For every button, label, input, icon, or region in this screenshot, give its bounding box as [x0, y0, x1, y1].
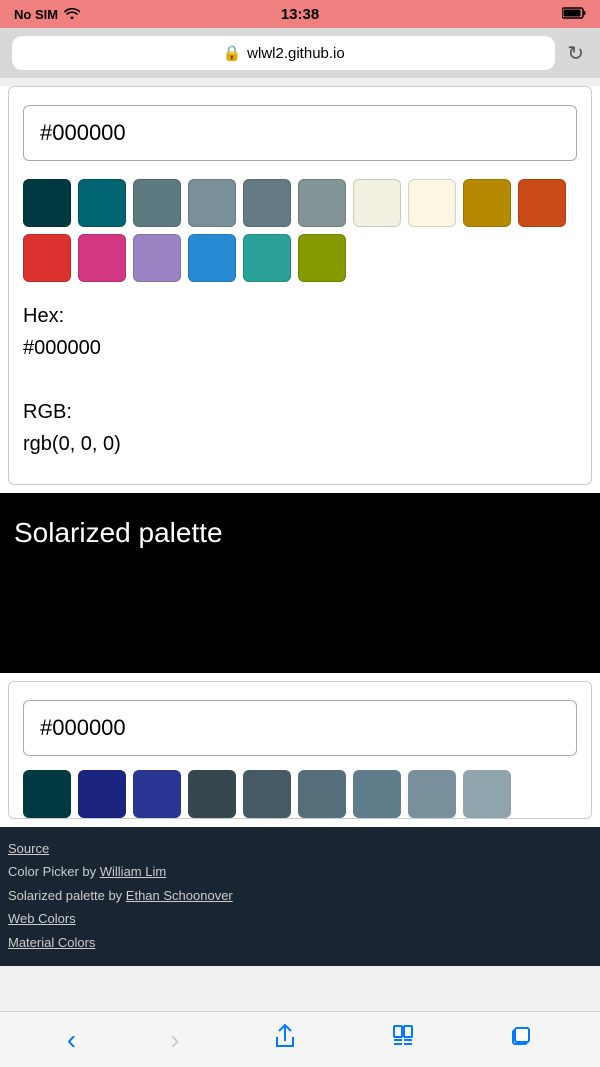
hex-input[interactable]	[40, 120, 560, 146]
hex-label-line: Hex: #000000	[23, 300, 577, 364]
credit-text1: Color Picker by	[8, 864, 100, 879]
color-swatches-row	[23, 770, 577, 818]
material-colors-line: Material Colors	[8, 931, 592, 954]
solarized-swatch-2[interactable]	[133, 770, 181, 818]
reload-button[interactable]: ↻	[563, 37, 588, 70]
color-swatch-yellow-olive[interactable]	[463, 179, 511, 227]
credit-line1: Color Picker by William Lim	[8, 860, 592, 883]
ethan-link[interactable]: Ethan Schoonover	[126, 888, 233, 903]
hex-input2-wrapper[interactable]	[23, 700, 577, 756]
rgb-value: rgb(0, 0, 0)	[23, 433, 121, 455]
solarized-title: Solarized palette	[14, 517, 223, 548]
url-text: wlwl2.github.io	[247, 45, 345, 62]
color-swatch-lavender[interactable]	[133, 234, 181, 282]
browser-chrome: 🔒 wlwl2.github.io ↻	[0, 28, 600, 78]
web-colors-link[interactable]: Web Colors	[8, 911, 76, 926]
bookmarks-button[interactable]	[383, 1015, 423, 1064]
hex-input2[interactable]	[40, 715, 560, 741]
forward-button[interactable]: ›	[162, 1016, 187, 1064]
hex-label: Hex:	[23, 305, 64, 327]
color-swatch-light-gray[interactable]	[298, 179, 346, 227]
carrier-label: No SIM	[14, 7, 58, 22]
material-colors-link[interactable]: Material Colors	[8, 935, 95, 950]
color-swatch-off-white-1[interactable]	[353, 179, 401, 227]
color-swatch-red[interactable]	[23, 234, 71, 282]
web-colors-line: Web Colors	[8, 907, 592, 930]
color-info: Hex: #000000 RGB: rgb(0, 0, 0)	[23, 300, 577, 460]
footer: Source Color Picker by William Lim Solar…	[0, 827, 600, 966]
solarized-swatch-3[interactable]	[188, 770, 236, 818]
color-swatch-slate-blue[interactable]	[133, 179, 181, 227]
william-lim-link[interactable]: William Lim	[100, 864, 166, 879]
color-swatch-teal[interactable]	[78, 179, 126, 227]
hex-input-wrapper[interactable]	[23, 105, 577, 161]
back-button[interactable]: ‹	[59, 1016, 84, 1064]
credit-text2: Solarized palette by	[8, 888, 126, 903]
status-bar-left: No SIM	[14, 7, 80, 22]
page-content: Hex: #000000 RGB: rgb(0, 0, 0) Solarized…	[0, 86, 600, 966]
color-swatch-green[interactable]	[298, 234, 346, 282]
credit-line2: Solarized palette by Ethan Schoonover	[8, 884, 592, 907]
solarized-swatch-0[interactable]	[23, 770, 71, 818]
color-swatch-blue[interactable]	[188, 234, 236, 282]
battery-icon	[562, 7, 586, 22]
color-swatch-dark-teal[interactable]	[23, 179, 71, 227]
solarized-swatch-7[interactable]	[408, 770, 456, 818]
solarized-swatch-5[interactable]	[298, 770, 346, 818]
color-swatches-grid	[23, 179, 577, 282]
status-bar-right	[562, 7, 586, 22]
source-link[interactable]: Source	[8, 841, 49, 856]
rgb-label-line: RGB: rgb(0, 0, 0)	[23, 396, 577, 460]
rgb-label: RGB:	[23, 401, 72, 423]
address-bar[interactable]: 🔒 wlwl2.github.io	[12, 36, 555, 70]
share-button[interactable]	[265, 1015, 305, 1064]
hex-value: #000000	[23, 337, 101, 359]
solarized-swatch-8[interactable]	[463, 770, 511, 818]
solarized-swatch-4[interactable]	[243, 770, 291, 818]
wifi-icon	[64, 7, 80, 22]
solarized-swatch-1[interactable]	[78, 770, 126, 818]
color-swatch-gray-blue[interactable]	[188, 179, 236, 227]
color-picker-section: Hex: #000000 RGB: rgb(0, 0, 0)	[8, 86, 592, 485]
color-swatch-off-white-2[interactable]	[408, 179, 456, 227]
color-swatch-pink-magenta[interactable]	[78, 234, 126, 282]
solarized-swatch-6[interactable]	[353, 770, 401, 818]
second-color-picker-section	[8, 681, 592, 819]
status-bar-time: 13:38	[281, 6, 319, 23]
status-bar: No SIM 13:38	[0, 0, 600, 28]
color-swatch-medium-gray[interactable]	[243, 179, 291, 227]
source-link-line: Source	[8, 837, 592, 860]
browser-bottom-bar: ‹ ›	[0, 1011, 600, 1067]
tabs-button[interactable]	[501, 1016, 541, 1063]
lock-icon: 🔒	[222, 44, 241, 62]
color-swatch-orange-red[interactable]	[518, 179, 566, 227]
solarized-section: Solarized palette	[0, 493, 600, 673]
color-swatch-cyan[interactable]	[243, 234, 291, 282]
